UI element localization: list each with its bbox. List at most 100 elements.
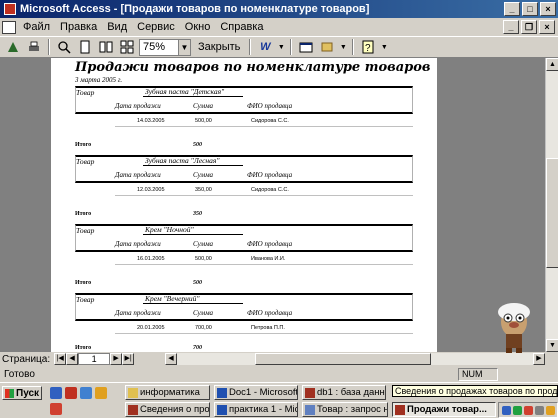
access-db-icon	[305, 387, 315, 398]
page-label: Страница:	[2, 353, 51, 365]
title-bar: Microsoft Access - [Продажи товаров по н…	[0, 0, 558, 18]
task-button[interactable]: информатика	[125, 385, 210, 400]
explorer-quicklaunch-icon[interactable]	[95, 387, 107, 399]
horizontal-scrollbar[interactable]: ◀ ▶	[165, 353, 545, 365]
product-name: Крем "Вечерний"	[145, 294, 200, 303]
start-button[interactable]: Пуск	[2, 386, 42, 400]
one-page-icon[interactable]	[76, 38, 94, 56]
task-button-active[interactable]: Продажи товар...	[392, 402, 496, 417]
tray-volume-icon[interactable]	[535, 405, 544, 415]
scroll-thumb[interactable]	[546, 158, 558, 268]
report-document-icon[interactable]	[2, 20, 16, 34]
access-app-icon[interactable]	[4, 3, 16, 15]
product-label: Товар	[76, 295, 95, 304]
status-bar: Готово NUM	[0, 366, 558, 382]
tray-antivirus-icon[interactable]	[524, 405, 533, 415]
chevron-down-icon[interactable]: ▼	[339, 38, 347, 56]
scroll-right-button[interactable]: ▶	[533, 353, 545, 365]
doc-close-button[interactable]: ×	[539, 20, 555, 34]
word-export-icon[interactable]: W	[256, 38, 274, 56]
menu-window[interactable]: Окно	[180, 21, 216, 33]
product-name: Зубная паста "Лесная"	[145, 156, 220, 165]
product-underline	[143, 303, 243, 304]
chevron-down-icon[interactable]: ▼	[380, 38, 388, 56]
document-window-buttons: _ ❐ ×	[503, 20, 555, 34]
report-icon	[395, 404, 405, 415]
design-view-icon[interactable]	[4, 38, 22, 56]
tray-network-icon[interactable]	[513, 405, 522, 415]
row-divider	[115, 126, 413, 127]
task-button[interactable]: Doc1 - Microsoft ...	[214, 385, 298, 400]
scroll-down-button[interactable]: ▼	[546, 339, 558, 352]
database-window-icon[interactable]	[297, 38, 315, 56]
chevron-down-icon[interactable]: ▼	[178, 39, 190, 55]
seller-name: Сидорова С.С.	[251, 118, 289, 124]
menu-edit[interactable]: Правка	[55, 21, 102, 33]
col-seller-header: ФИО продавца	[247, 240, 293, 248]
sale-sum: 350,00	[195, 187, 212, 193]
doc-minimize-button[interactable]: _	[503, 20, 519, 34]
toolbar-separator	[352, 39, 355, 55]
total-label: Итого	[75, 142, 92, 148]
zoom-select[interactable]: 75% ▼	[139, 38, 191, 56]
col-sum-header: Сумма	[193, 171, 214, 179]
window-title: Microsoft Access - [Продажи товаров по н…	[20, 3, 370, 15]
row-divider	[115, 264, 413, 265]
last-page-button[interactable]: ▶|	[122, 353, 135, 365]
outlook-quicklaunch-icon[interactable]	[65, 387, 77, 399]
close-button[interactable]: ×	[540, 2, 556, 16]
ie-quicklaunch-icon[interactable]	[50, 387, 62, 399]
zoom-icon[interactable]	[55, 38, 73, 56]
toolbar-separator	[290, 39, 293, 55]
maximize-button[interactable]: □	[522, 2, 538, 16]
toolbar-separator	[48, 39, 50, 55]
minimize-button[interactable]: _	[504, 2, 520, 16]
menu-tools[interactable]: Сервис	[132, 21, 180, 33]
new-object-icon[interactable]	[318, 38, 336, 56]
doc-restore-button[interactable]: ❐	[521, 20, 537, 34]
desktop-quicklaunch-icon[interactable]	[80, 387, 92, 399]
help-icon[interactable]: ?	[359, 38, 377, 56]
next-page-button[interactable]: ▶	[110, 353, 123, 365]
task-button[interactable]: db1 : база данных	[302, 385, 386, 400]
sale-date: 14.03.2005	[137, 118, 165, 124]
seller-name: Сидорова С.С.	[251, 187, 289, 193]
row-divider	[115, 333, 413, 334]
tray-language-icon[interactable]	[502, 405, 511, 415]
prev-page-button[interactable]: ◀	[66, 353, 79, 365]
task-label: информатика	[140, 387, 200, 398]
col-seller-header: ФИО продавца	[247, 309, 293, 317]
opera-quicklaunch-icon[interactable]	[50, 403, 62, 415]
scroll-left-button[interactable]: ◀	[165, 353, 177, 365]
report-date: 3 марта 2005 г.	[75, 76, 123, 84]
multiple-pages-icon[interactable]	[118, 38, 136, 56]
page-number-input[interactable]: 1	[78, 353, 111, 365]
menu-view[interactable]: Вид	[102, 21, 132, 33]
chevron-down-icon[interactable]: ▼	[277, 38, 285, 56]
task-button[interactable]: практика 1 - Micr...	[214, 402, 298, 417]
tray-misc-icon[interactable]	[546, 405, 555, 415]
vertical-scrollbar[interactable]: ▲ ▼	[545, 58, 558, 352]
close-preview-button[interactable]: Закрыть	[194, 41, 244, 53]
product-label: Товар	[76, 88, 95, 97]
report-page: Продажи товаров по номенклатуре товаров …	[51, 58, 437, 352]
two-pages-icon[interactable]	[97, 38, 115, 56]
office-assistant[interactable]	[494, 294, 534, 356]
print-icon[interactable]	[25, 38, 43, 56]
hscroll-thumb[interactable]	[255, 353, 431, 365]
folder-icon	[128, 387, 138, 398]
task-label: Продажи товар...	[407, 404, 487, 415]
report-icon	[128, 404, 138, 415]
product-label: Товар	[76, 157, 95, 166]
col-sum-header: Сумма	[193, 240, 214, 248]
row-divider	[115, 195, 413, 196]
first-page-button[interactable]: |◀	[54, 353, 67, 365]
col-date-header: Дата продажи	[115, 240, 161, 248]
menu-help[interactable]: Справка	[215, 21, 268, 33]
sale-sum: 500,00	[195, 256, 212, 262]
total-label: Итого	[75, 211, 92, 217]
task-button[interactable]: Товар : запрос на...	[302, 402, 388, 417]
task-button[interactable]: Сведения о прод...	[125, 402, 210, 417]
scroll-up-button[interactable]: ▲	[546, 58, 558, 71]
menu-file[interactable]: Файл	[18, 21, 55, 33]
